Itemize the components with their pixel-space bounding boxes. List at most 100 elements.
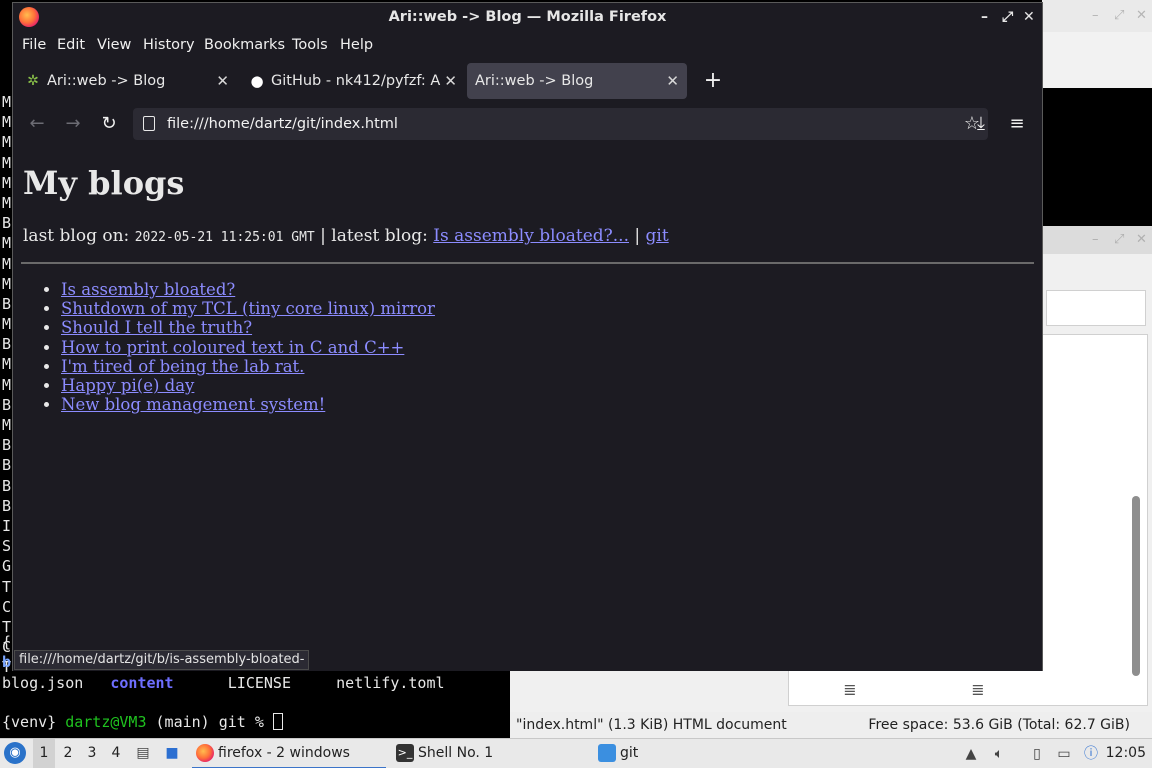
menu-tools[interactable]: Tools [292,37,328,53]
task-firefox[interactable]: firefox - 2 windows [192,739,386,768]
start-menu-button[interactable]: ◉ [4,742,26,764]
maximize-icon[interactable]: ⤢ [1114,232,1124,247]
menu-view[interactable]: View [97,37,131,53]
minimize-icon[interactable]: – [981,3,988,31]
blog-post-link[interactable]: Shutdown of my TCL (tiny core linux) mir… [61,299,435,318]
terminal-brace: { [2,633,12,651]
tab-github[interactable]: ● GitHub - nk412/pyfzf: A p ✕ [239,63,465,99]
blog-post-link[interactable]: Should I tell the truth? [61,318,252,337]
new-tab-button[interactable]: + [699,67,727,95]
task-label: Shell No. 1 [418,745,494,761]
tab-label: Ari::web -> Blog [47,73,166,89]
page-icon [143,116,155,131]
blog-post-link[interactable]: Is assembly bloated? [61,280,235,299]
last-blog-line: last blog on: 2022-05-21 11:25:01 GMT | … [23,226,669,246]
url-text: file:///home/dartz/git/index.html [167,116,398,132]
menu-file[interactable]: File [22,37,46,53]
ls-file-license: LICENSE [227,674,291,692]
document-icon[interactable]: ≣ [830,674,870,706]
ls-file-netlify: netlify.toml [336,674,445,692]
page-heading: My blogs [23,164,185,202]
workspace-3[interactable]: 3 [81,739,103,768]
volume-icon[interactable]: 🔈︎ [990,745,1008,763]
firefox-window[interactable]: Ari::web -> Blog — Mozilla Firefox – ⤢ ✕… [12,2,1043,671]
last-blog-label: last blog on: [23,226,130,246]
minimize-icon[interactable]: – [1092,232,1099,247]
terminal-prompt[interactable]: {venv} dartz@VM3 (main) git % [2,712,283,732]
scroll-up-icon[interactable]: ▲ [962,745,980,763]
workspace-2[interactable]: 2 [57,739,79,768]
downloads-button[interactable]: ⤓ [967,110,995,138]
blog-favicon-icon: ✲ [27,73,39,89]
github-icon: ● [250,72,264,90]
task-label: git [620,745,639,761]
app-menu-button[interactable]: ≡ [1003,110,1031,138]
forward-button[interactable]: → [59,110,87,138]
menu-edit[interactable]: Edit [57,37,85,53]
ls-file-blog-json: blog.json [2,674,84,692]
latest-blog-link[interactable]: Is assembly bloated?... [433,226,629,246]
maximize-icon[interactable]: ⤢ [1002,3,1013,31]
maximize-icon[interactable]: ⤢ [1114,8,1124,23]
tab-close-icon[interactable]: ✕ [666,63,679,99]
desktop-launcher-icon[interactable]: ■ [163,744,181,762]
tab-close-icon[interactable]: ✕ [216,63,229,99]
taskbar: ◉ 1 2 3 4 ▤ ■ firefox - 2 windows >_ She… [0,738,1152,768]
clipboard-icon[interactable]: ▯ [1028,745,1046,763]
tab-close-icon[interactable]: ✕ [444,63,457,99]
close-icon[interactable]: ✕ [1136,8,1147,23]
blog-post-list: Is assembly bloated? Shutdown of my TCL … [45,280,435,414]
menu-help[interactable]: Help [340,37,373,53]
clock[interactable]: 12:05 [1106,739,1146,768]
tab-blog-active[interactable]: Ari::web -> Blog ✕ [467,63,687,99]
close-icon[interactable]: ✕ [1023,3,1035,31]
navigation-toolbar: ← → ↻ file:///home/dartz/git/index.html … [13,103,1042,145]
folder-icon [598,744,616,762]
terminal-icon: >_ [396,744,414,762]
close-icon[interactable]: ✕ [1136,232,1147,247]
task-shell[interactable]: >_ Shell No. 1 [392,739,582,768]
menu-bar: File Edit View History Bookmarks Tools H… [13,33,1042,59]
workspace-1[interactable]: 1 [33,739,55,768]
url-bar[interactable]: file:///home/dartz/git/index.html ☆ [133,108,988,140]
prompt-user-host: dartz@VM3 [65,713,147,731]
background-window[interactable]: – ⤢ ✕ [1042,0,1152,226]
blog-post-link[interactable]: I'm tired of being the lab rat. [61,357,304,376]
terminal-partial-text: b [2,653,12,671]
list-item: Happy pi(e) day [61,376,435,395]
divider [21,262,1034,264]
status-selected-file: "index.html" (1.3 KiB) HTML document [516,717,787,733]
firefox-icon [19,7,39,27]
git-link[interactable]: git [646,226,669,246]
file-manager-field[interactable] [1046,290,1146,326]
tab-blog-1[interactable]: ✲ Ari::web -> Blog ✕ [15,63,237,99]
minimize-icon[interactable]: – [1092,8,1099,23]
notification-icon[interactable]: ⓘ [1082,745,1100,763]
network-icon[interactable]: ▭ [1055,745,1073,763]
list-item: Should I tell the truth? [61,318,435,337]
prompt-venv: {venv} [2,713,57,731]
reload-button[interactable]: ↻ [95,110,123,138]
document-icon[interactable]: ≣ [958,674,998,706]
task-git[interactable]: git [594,739,774,768]
tab-label: GitHub - nk412/pyfzf: A p [271,73,441,89]
status-free-space: Free space: 53.6 GiB (Total: 62.7 GiB) [868,717,1130,733]
file-manager-launcher-icon[interactable]: ▤ [134,744,152,762]
back-button[interactable]: ← [23,110,51,138]
window-title: Ari::web -> Blog — Mozilla Firefox [388,9,667,25]
page-content: My blogs last blog on: 2022-05-21 11:25:… [13,146,1042,671]
list-item: Shutdown of my TCL (tiny core linux) mir… [61,299,435,318]
workspace-4[interactable]: 4 [105,739,127,768]
blog-post-link[interactable]: Happy pi(e) day [61,376,194,395]
menu-bookmarks[interactable]: Bookmarks [204,37,285,53]
list-item: Is assembly bloated? [61,280,435,299]
menu-history[interactable]: History [143,37,195,53]
link-status-tooltip: file:///home/dartz/git/b/is-assembly-blo… [14,650,310,670]
task-label: firefox - 2 windows [218,745,350,761]
scrollbar-thumb[interactable] [1132,496,1140,676]
prompt-branch: (main) [155,713,210,731]
latest-blog-label: latest blog: [331,226,428,246]
terminal-cursor [272,713,283,730]
blog-post-link[interactable]: New blog management system! [61,395,325,414]
blog-post-link[interactable]: How to print coloured text in C and C++ [61,338,404,357]
